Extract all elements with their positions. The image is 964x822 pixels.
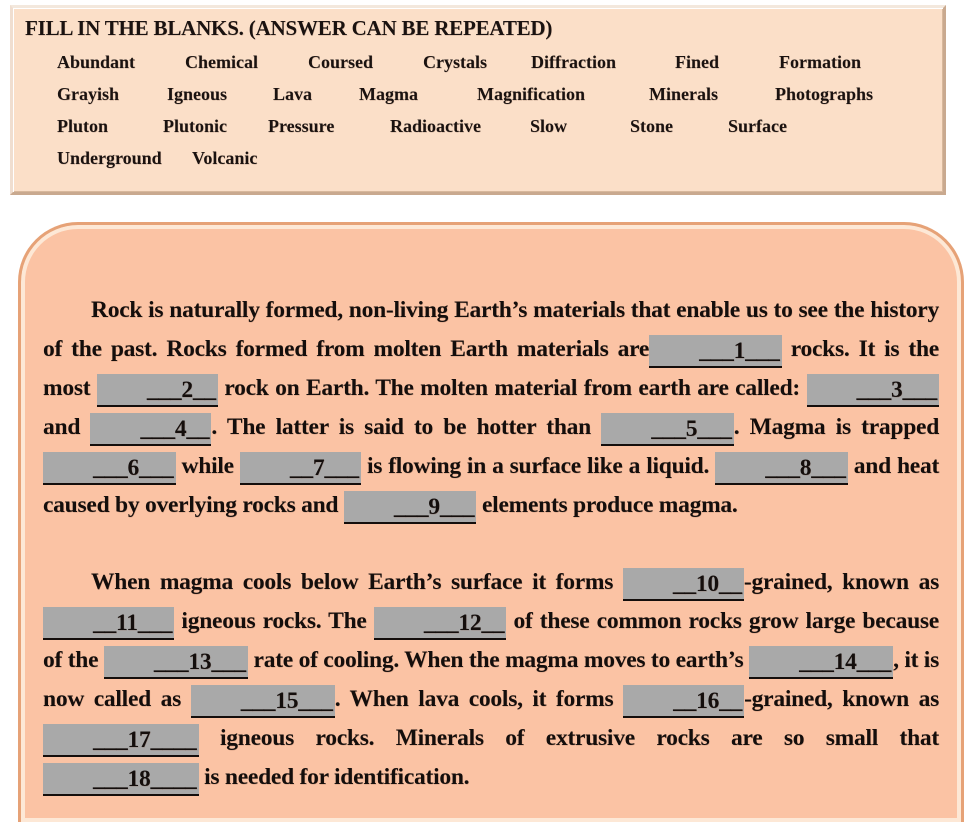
answer-blank[interactable]: __11___ [43, 607, 175, 640]
answer-blank[interactable]: ___9___ [343, 491, 477, 524]
word-bank-row: Abundant Chemical Coursed Crystals Diffr… [57, 52, 943, 73]
answer-blank[interactable]: ___3___ [806, 374, 939, 407]
word-bank-word[interactable]: Stone [630, 116, 728, 137]
word-bank-word[interactable]: Magnification [477, 84, 649, 105]
word-bank-word[interactable]: Fined [675, 52, 779, 73]
word-bank-word[interactable]: Radioactive [390, 116, 530, 137]
word-bank-word[interactable]: Underground [57, 148, 192, 169]
word-bank-box: FILL IN THE BLANKS. (ANSWER CAN BE REPEA… [10, 5, 946, 195]
word-bank-word[interactable]: Coursed [308, 52, 423, 73]
word-bank-word[interactable]: Lava [273, 84, 359, 105]
word-bank-word[interactable]: Minerals [649, 84, 775, 105]
word-bank-word[interactable]: Plutonic [163, 116, 268, 137]
answer-blank[interactable]: __7___ [239, 452, 361, 485]
worksheet-panel: Rock is naturally formed, non-living Ear… [18, 222, 964, 822]
word-bank-word[interactable]: Grayish [57, 84, 167, 105]
word-bank-word[interactable]: Photographs [775, 84, 873, 105]
answer-blank[interactable]: __16__ [623, 685, 745, 718]
word-bank-word[interactable]: Pressure [268, 116, 390, 137]
word-bank-word[interactable]: Igneous [167, 84, 273, 105]
word-bank-word[interactable]: Chemical [185, 52, 308, 73]
word-bank-word[interactable]: Pluton [57, 116, 163, 137]
word-bank-word[interactable]: Magma [359, 84, 477, 105]
word-bank-word[interactable]: Surface [728, 116, 787, 137]
answer-blank[interactable]: ___8___ [715, 452, 848, 485]
word-bank-row: Pluton Plutonic Pressure Radioactive Slo… [57, 116, 943, 137]
word-bank-title: FILL IN THE BLANKS. (ANSWER CAN BE REPEA… [25, 16, 553, 40]
answer-blank[interactable]: ___2__ [96, 374, 218, 407]
answer-blank[interactable]: ___4__ [90, 413, 212, 446]
worksheet-content: Rock is naturally formed, non-living Ear… [21, 225, 961, 822]
answer-blank[interactable]: ___17____ [43, 724, 199, 757]
paragraph-one: Rock is naturally formed, non-living Ear… [43, 291, 939, 525]
answer-blank[interactable]: __10__ [622, 568, 744, 601]
answer-blank[interactable]: ___13___ [103, 646, 248, 679]
answer-blank[interactable]: ___1___ [649, 335, 782, 368]
answer-blank[interactable]: ___5___ [601, 413, 734, 446]
word-bank-row: Underground Volcanic [57, 148, 943, 169]
word-bank-word[interactable]: Crystals [423, 52, 531, 73]
answer-blank[interactable]: ___15___ [190, 685, 335, 718]
answer-blank[interactable]: ___18____ [43, 763, 199, 796]
answer-blank[interactable]: ___14___ [749, 646, 894, 679]
answer-blank[interactable]: ___12__ [373, 607, 507, 640]
answer-blank[interactable]: ___6___ [43, 452, 176, 485]
word-bank-word[interactable]: Formation [779, 52, 861, 73]
paragraph-two: When magma cools below Earth’s surface i… [43, 563, 939, 797]
word-bank-word[interactable]: Diffraction [531, 52, 675, 73]
word-bank-word[interactable]: Volcanic [192, 148, 257, 169]
word-bank-word[interactable]: Abundant [57, 52, 185, 73]
word-bank-row: Grayish Igneous Lava Magma Magnification… [57, 84, 943, 105]
word-bank-word[interactable]: Slow [530, 116, 630, 137]
